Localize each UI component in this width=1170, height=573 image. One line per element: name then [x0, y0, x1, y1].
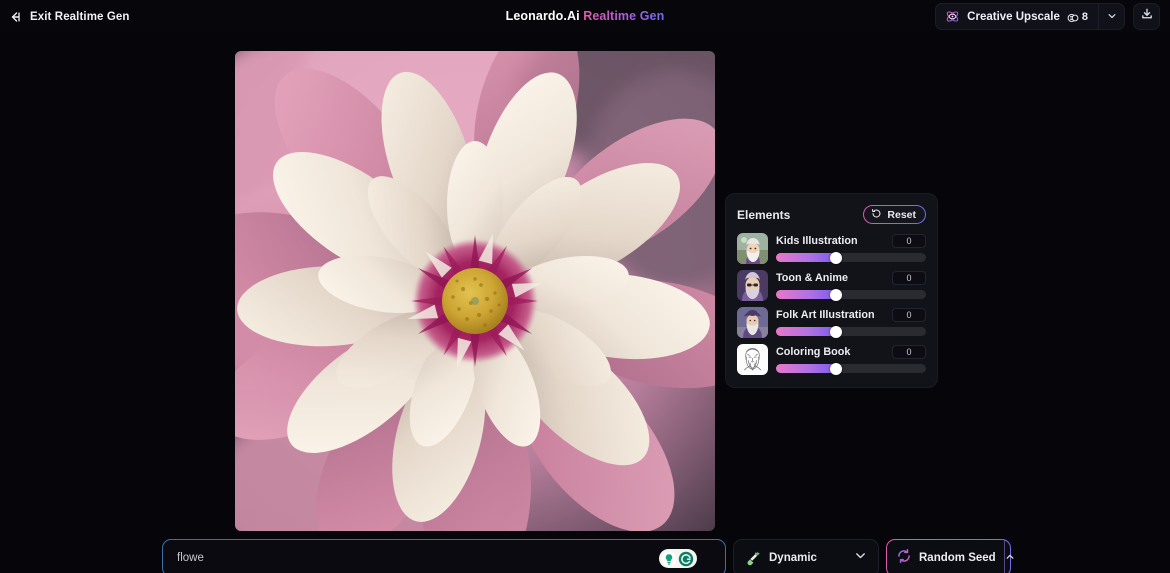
wizard-folk-thumb [737, 307, 768, 338]
element-slider[interactable] [776, 288, 926, 301]
elements-reset-label: Reset [887, 208, 916, 221]
wizard-lineart-thumb [737, 344, 768, 375]
slider-thumb[interactable] [830, 251, 842, 264]
download-icon [1140, 7, 1154, 26]
top-header-bar: Exit Realtime Gen Leonardo.Ai Realtime G… [0, 0, 1170, 33]
elements-panel: Elements Reset Kids Illustration 0 Toon … [725, 193, 938, 388]
slider-thumb[interactable] [830, 288, 842, 301]
realtime-gen-app: Exit Realtime Gen Leonardo.Ai Realtime G… [0, 0, 1170, 573]
element-row[interactable]: Kids Illustration 0 [737, 233, 926, 264]
element-row-top: Toon & Anime 0 [776, 271, 926, 285]
element-row-body: Folk Art Illustration 0 [776, 307, 926, 338]
element-slider[interactable] [776, 325, 926, 338]
element-row[interactable]: Coloring Book 0 [737, 344, 926, 375]
download-button[interactable] [1133, 3, 1160, 30]
header-right-controls: Creative Upscale 8 [935, 3, 1160, 30]
token-coin-icon [1067, 11, 1079, 23]
creative-upscale-button[interactable]: Creative Upscale 8 [936, 4, 1098, 29]
prompt-input[interactable]: flowe [162, 539, 726, 573]
elements-reset-button[interactable]: Reset [863, 205, 926, 224]
element-name: Folk Art Illustration [776, 309, 875, 321]
generated-image-canvas[interactable] [235, 51, 715, 531]
brand-primary-text: Leonardo.Ai [505, 9, 580, 23]
slider-thumb[interactable] [830, 362, 842, 375]
element-value-input[interactable]: 0 [892, 234, 926, 248]
element-name: Coloring Book [776, 346, 851, 358]
slider-fill [776, 253, 836, 262]
element-slider[interactable] [776, 362, 926, 375]
grammarly-circle-icon [678, 551, 694, 567]
element-slider[interactable] [776, 251, 926, 264]
chevron-down-icon [854, 549, 867, 567]
slider-fill [776, 290, 836, 299]
chevron-up-icon [1005, 549, 1015, 567]
dynamic-preset-label: Dynamic [769, 552, 817, 564]
token-count-label: 8 [1081, 10, 1088, 23]
slider-fill [776, 327, 836, 336]
brand-accent-text: Realtime Gen [583, 9, 665, 23]
element-row-top: Kids Illustration 0 [776, 234, 926, 248]
refresh-circular-icon [896, 548, 912, 569]
dynamic-preset-dropdown[interactable]: Dynamic [733, 539, 879, 573]
elements-header: Elements Reset [737, 205, 926, 224]
element-row-body: Toon & Anime 0 [776, 270, 926, 301]
magic-potion-icon [745, 550, 761, 566]
element-row[interactable]: Folk Art Illustration 0 [737, 307, 926, 338]
atom-icon [945, 9, 960, 24]
element-name: Kids Illustration [776, 235, 858, 247]
element-value-input[interactable]: 0 [892, 271, 926, 285]
creative-upscale-group: Creative Upscale 8 [935, 3, 1125, 30]
element-value-input[interactable]: 0 [892, 345, 926, 359]
element-row-body: Kids Illustration 0 [776, 233, 926, 264]
random-seed-group: Random Seed [886, 539, 1014, 573]
chevron-down-icon [1107, 8, 1117, 26]
prompt-input-value: flowe [177, 552, 204, 564]
element-row-top: Coloring Book 0 [776, 345, 926, 359]
reset-counterclockwise-icon [871, 206, 882, 224]
element-row-body: Coloring Book 0 [776, 344, 926, 375]
element-name: Toon & Anime [776, 272, 848, 284]
wizard-toon-thumb [737, 270, 768, 301]
elements-title: Elements [737, 207, 791, 222]
token-cost: 8 [1067, 11, 1088, 23]
flower-image [235, 51, 715, 531]
element-row-top: Folk Art Illustration 0 [776, 308, 926, 322]
random-seed-button[interactable]: Random Seed [887, 540, 1004, 573]
grammarly-indicator[interactable] [659, 549, 697, 568]
element-value-input[interactable]: 0 [892, 308, 926, 322]
slider-fill [776, 364, 836, 373]
grammarly-bulb-icon [661, 551, 677, 567]
random-seed-expand-button[interactable] [1003, 540, 1015, 573]
slider-thumb[interactable] [830, 325, 842, 338]
element-row[interactable]: Toon & Anime 0 [737, 270, 926, 301]
random-seed-label: Random Seed [919, 552, 996, 564]
creative-upscale-label: Creative Upscale [967, 10, 1060, 23]
wizard-kids-thumb [737, 233, 768, 264]
creative-upscale-dropdown-button[interactable] [1098, 4, 1124, 29]
